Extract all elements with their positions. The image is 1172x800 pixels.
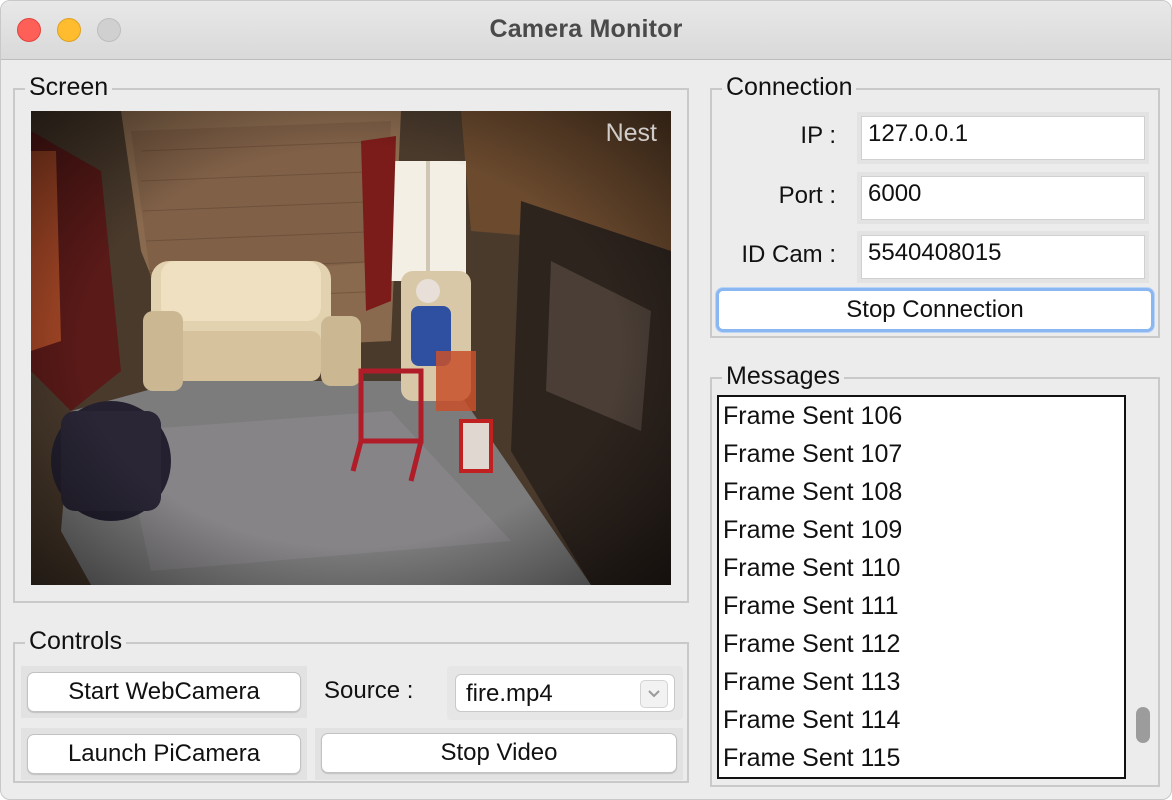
living-room-image: [31, 111, 671, 585]
list-item[interactable]: Frame Sent 107: [719, 435, 1124, 473]
messages-scrollbar[interactable]: [1128, 395, 1156, 779]
source-select-well: fire.mp4: [447, 666, 683, 720]
scrollbar-thumb[interactable]: [1136, 707, 1150, 743]
stop-video-well: Stop Video: [315, 728, 683, 780]
screen-group: Screen Nest: [13, 72, 689, 603]
window-title: Camera Monitor: [489, 15, 683, 43]
idcam-label: ID Cam :: [741, 241, 836, 268]
ip-input[interactable]: 127.0.0.1: [861, 116, 1145, 160]
chevron-down-icon[interactable]: [640, 680, 668, 708]
source-label: Source :: [324, 677, 414, 704]
list-item[interactable]: Frame Sent 114: [719, 701, 1124, 739]
controls-group: Controls Start WebCamera Source : fire.m…: [13, 626, 689, 783]
nest-watermark: Nest: [605, 119, 657, 147]
title-bar: Camera Monitor: [1, 1, 1171, 60]
screen-group-label: Screen: [25, 72, 113, 102]
stop-connection-button[interactable]: Stop Connection: [716, 288, 1154, 332]
port-label: Port :: [778, 182, 836, 209]
ip-label: IP :: [800, 122, 836, 149]
controls-group-label: Controls: [25, 626, 127, 656]
list-item[interactable]: Frame Sent 112: [719, 625, 1124, 663]
port-input[interactable]: 6000: [861, 176, 1145, 220]
messages-group: Messages Frame Sent 106 Frame Sent 107 F…: [710, 361, 1160, 787]
start-webcam-button[interactable]: Start WebCamera: [27, 672, 301, 712]
stop-video-button[interactable]: Stop Video: [321, 733, 677, 773]
source-select[interactable]: fire.mp4: [455, 674, 675, 712]
list-item[interactable]: Frame Sent 113: [719, 663, 1124, 701]
connection-group: Connection IP : 127.0.0.1 Port : 6000 ID…: [710, 72, 1160, 338]
messages-group-label: Messages: [722, 361, 844, 391]
connection-group-label: Connection: [722, 72, 857, 102]
idcam-field-well: 5540408015: [857, 231, 1149, 283]
list-item[interactable]: Frame Sent 108: [719, 473, 1124, 511]
start-webcam-well: Start WebCamera: [21, 666, 307, 718]
camera-video-frame: Nest: [31, 111, 671, 585]
idcam-input[interactable]: 5540408015: [861, 235, 1145, 279]
list-item[interactable]: Frame Sent 115: [719, 739, 1124, 777]
list-item[interactable]: Frame Sent 106: [719, 397, 1124, 435]
list-item[interactable]: Frame Sent 110: [719, 549, 1124, 587]
list-item[interactable]: Frame Sent 109: [719, 511, 1124, 549]
port-field-well: 6000: [857, 172, 1149, 224]
messages-list[interactable]: Frame Sent 106 Frame Sent 107 Frame Sent…: [717, 395, 1126, 779]
source-select-value: fire.mp4: [466, 680, 553, 707]
app-window: Camera Monitor Screen Nest Controls Star…: [0, 0, 1172, 800]
ip-field-well: 127.0.0.1: [857, 112, 1149, 164]
list-item[interactable]: Frame Sent 111: [719, 587, 1124, 625]
launch-picamera-button[interactable]: Launch PiCamera: [27, 734, 301, 774]
launch-picamera-well: Launch PiCamera: [21, 728, 307, 780]
